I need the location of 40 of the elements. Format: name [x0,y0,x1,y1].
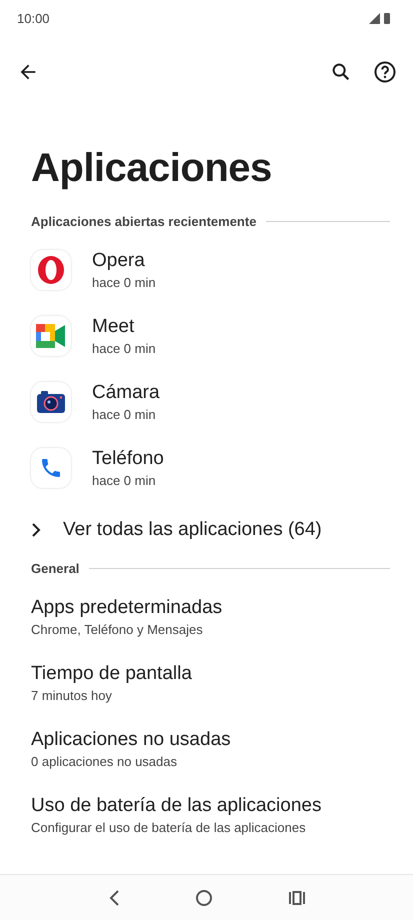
app-time: hace 0 min [92,407,157,422]
home-button[interactable] [194,888,212,906]
video-camera-icon [36,324,66,348]
see-all-apps-link[interactable]: Ver todas las aplicaciones (64) [0,501,413,559]
camera-icon [37,391,65,413]
app-row[interactable]: Cámara hace 0 min [0,369,413,435]
item-subtitle: Chrome, Teléfono y Mensajes [31,622,204,637]
phone-icon [39,456,63,480]
item-subtitle: 0 aplicaciones no usadas [31,754,178,769]
item-subtitle: Configurar el uso de batería de las aplicaciones [31,820,307,835]
status-time: 10:00 [17,10,50,26]
search-icon [330,61,352,83]
app-time: hace 0 min [92,341,156,356]
help-icon [373,60,397,84]
app-time: hace 0 min [92,275,156,290]
chevron-icon [31,523,41,537]
signal-battery-icon [369,12,393,24]
settings-item[interactable]: Aplicaciones no usadas 0 aplicaciones no usadas [0,716,413,782]
app-name: Meet [92,316,136,338]
settings-item[interactable]: Tiempo de pantalla 7 minutos hoy [0,650,413,716]
back-nav-button[interactable] [108,890,120,906]
page-title: Aplicaciones [31,145,273,192]
app-time: hace 0 min [92,473,157,488]
recents-button[interactable] [288,890,306,906]
app-name: Opera [92,250,146,272]
app-row[interactable]: Teléfono hace 0 min [0,435,413,501]
item-subtitle: 7 minutos hoy [31,688,113,703]
item-title: Apps predeterminadas [31,597,224,619]
item-title: Uso de batería de las aplicaciones [31,795,322,817]
app-name: Cámara [92,382,160,404]
see-all-label: Ver todas las aplicaciones (64) [63,519,322,541]
settings-item[interactable]: Uso de batería de las aplicaciones Configurar el uso de batería de las aplicaciones [0,782,413,848]
section-header: Aplicaciones abiertas recientemente [31,214,256,229]
item-title: Tiempo de pantalla [31,663,193,685]
app-name: Teléfono [92,448,164,470]
app-row[interactable]: Opera hace 0 min [0,237,413,303]
item-title: Aplicaciones no usadas [31,729,232,751]
app-row[interactable]: Meet hace 0 min [0,303,413,369]
settings-item[interactable]: Apps predeterminadas Chrome, Teléfono y Mensajes [0,584,413,650]
section-header: General [31,561,80,576]
